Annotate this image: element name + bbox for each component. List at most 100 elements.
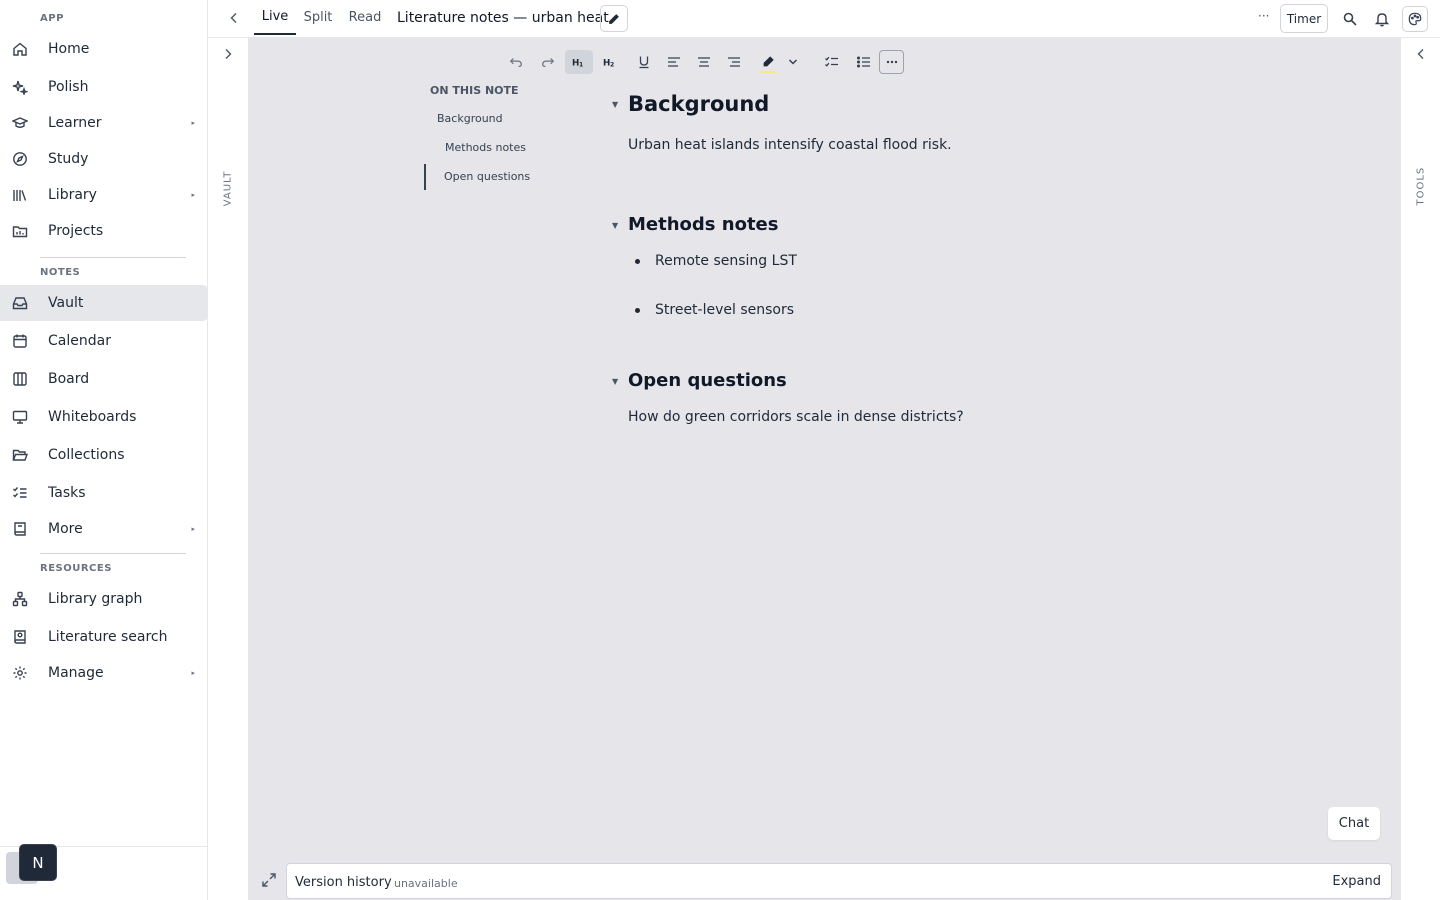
bullet-point-icon [635, 308, 640, 313]
sidebar-item-tasks[interactable]: Tasks [0, 475, 207, 511]
sidebar-item-whiteboards[interactable]: Whiteboards [0, 399, 207, 435]
align-center-icon [698, 57, 710, 67]
version-history-expand-button[interactable]: Expand [1332, 874, 1381, 889]
paragraph: Urban heat islands intensify coastal flo… [628, 137, 952, 153]
sidebar-item-study[interactable]: Study [0, 141, 207, 177]
palette-icon [1408, 12, 1422, 26]
sidebar-item-polish[interactable]: Polish [0, 69, 207, 105]
home-icon [13, 42, 27, 56]
bullet-point-icon [635, 259, 640, 264]
sidebar-item-label: Polish [48, 79, 89, 95]
redo-button[interactable] [534, 50, 562, 74]
bullet-list-button[interactable] [850, 50, 878, 74]
collapse-toggle-icon[interactable]: ▼ [612, 377, 618, 386]
sidebar-item-label: Learner [48, 115, 102, 131]
sidebar-item-manage[interactable]: Manage ▸ [0, 655, 207, 691]
toc-item-background[interactable]: Background [437, 112, 503, 125]
heading-2-button[interactable]: H2 [596, 50, 624, 74]
sparkles-icon [12, 80, 28, 95]
toc-title: ON THIS NOTE [430, 84, 519, 97]
timer-button[interactable]: Timer [1280, 4, 1328, 33]
svg-text:1: 1 [579, 61, 583, 68]
list-item: Street-level sensors [655, 302, 795, 318]
sidebar-item-label: Projects [48, 223, 104, 239]
folder-open-icon [12, 449, 28, 461]
heading-methods-notes: Methods notes [628, 214, 779, 235]
underline-icon [639, 56, 649, 69]
more-formatting-button[interactable] [879, 50, 904, 74]
redo-icon [542, 58, 555, 67]
edit-title-button[interactable] [600, 5, 628, 32]
app-badge[interactable]: N [19, 844, 57, 881]
more-options-button[interactable]: ··· [1258, 9, 1269, 23]
calendar-icon [13, 334, 27, 348]
tab-live[interactable]: Live [254, 0, 296, 35]
toc-active-indicator [424, 164, 426, 190]
paragraph: How do green corridors scale in dense di… [628, 409, 964, 425]
expand-icon[interactable] [261, 872, 277, 888]
bell-icon[interactable] [1374, 11, 1390, 27]
sidebar-item-learner[interactable]: Learner ▸ [0, 105, 207, 141]
list-item: Remote sensing LST [655, 253, 797, 269]
checklist-button[interactable] [818, 50, 846, 74]
underline-button[interactable] [630, 50, 658, 74]
chevron-down-icon [788, 59, 798, 65]
expand-arrow-icon: ▸ [191, 525, 195, 533]
compass-icon [13, 152, 27, 166]
collapse-toggle-icon[interactable]: ▼ [612, 100, 618, 109]
folder-chart-icon [12, 226, 28, 238]
undo-button[interactable] [502, 50, 530, 74]
network-icon [12, 591, 28, 607]
sidebar-item-vault[interactable]: Vault [0, 285, 207, 321]
align-left-icon [668, 57, 680, 67]
sidebar-item-label: Collections [48, 447, 125, 463]
toc-item-methods-notes[interactable]: Methods notes [445, 141, 526, 154]
sidebar-item-home[interactable]: Home [0, 31, 207, 67]
sidebar-item-literature-search[interactable]: Literature search [0, 619, 207, 655]
search-icon[interactable] [1342, 11, 1358, 27]
sidebar-item-label: Board [48, 371, 90, 387]
tools-rail-label[interactable]: TOOLS [1416, 167, 1427, 206]
section-label-notes: NOTES [40, 267, 81, 278]
bullet-list-icon [857, 56, 870, 68]
align-right-button[interactable] [720, 50, 748, 74]
inbox-icon [12, 297, 28, 310]
version-history-bar: Version history · unavailable Expand [286, 863, 1392, 899]
highlight-color-dropdown[interactable] [782, 50, 804, 74]
highlighter-icon [763, 56, 774, 67]
sidebar-item-projects[interactable]: Projects [0, 213, 207, 249]
sidebar-item-more[interactable]: More ▸ [0, 511, 207, 547]
ellipsis-icon [886, 60, 897, 64]
heading-1-button[interactable]: H1 [565, 50, 593, 74]
align-center-button[interactable] [690, 50, 718, 74]
sidebar-item-board[interactable]: Board [0, 361, 207, 397]
chat-button[interactable]: Chat [1328, 807, 1380, 840]
sidebar: APP Home Polish Learner ▸ Study Library … [0, 0, 208, 900]
book-icon [14, 522, 26, 536]
chevron-left-icon[interactable] [226, 10, 242, 26]
list-checks-icon [13, 487, 27, 498]
document-title: Literature notes — urban heat [397, 10, 609, 26]
theme-button[interactable] [1402, 6, 1428, 32]
sidebar-item-label: Whiteboards [48, 409, 137, 425]
tab-read[interactable]: Read [346, 0, 384, 35]
graduation-cap-icon [12, 117, 28, 128]
heading-background: Background [628, 92, 770, 116]
collapse-toggle-icon[interactable]: ▼ [612, 221, 618, 230]
vault-rail-label[interactable]: VAULT [223, 171, 234, 207]
top-bar: Live Split Read Literature notes — urban… [208, 0, 1440, 38]
chevron-right-icon[interactable] [220, 46, 236, 62]
align-left-button[interactable] [660, 50, 688, 74]
version-history-label: Version history [295, 875, 392, 890]
sidebar-item-collections[interactable]: Collections [0, 437, 207, 473]
chevron-left-icon[interactable] [1413, 46, 1429, 62]
heading-2-icon: H2 [603, 59, 614, 69]
highlight-button[interactable] [754, 50, 782, 74]
tab-split[interactable]: Split [300, 0, 336, 35]
sidebar-item-library[interactable]: Library ▸ [0, 177, 207, 213]
toc-item-open-questions[interactable]: Open questions [444, 170, 530, 183]
sidebar-item-calendar[interactable]: Calendar [0, 323, 207, 359]
checklist-icon [825, 56, 838, 67]
editor-canvas: H1 H2 ON THIS NOTE Background Methods no… [248, 38, 1400, 900]
sidebar-item-library-graph[interactable]: Library graph [0, 581, 207, 617]
